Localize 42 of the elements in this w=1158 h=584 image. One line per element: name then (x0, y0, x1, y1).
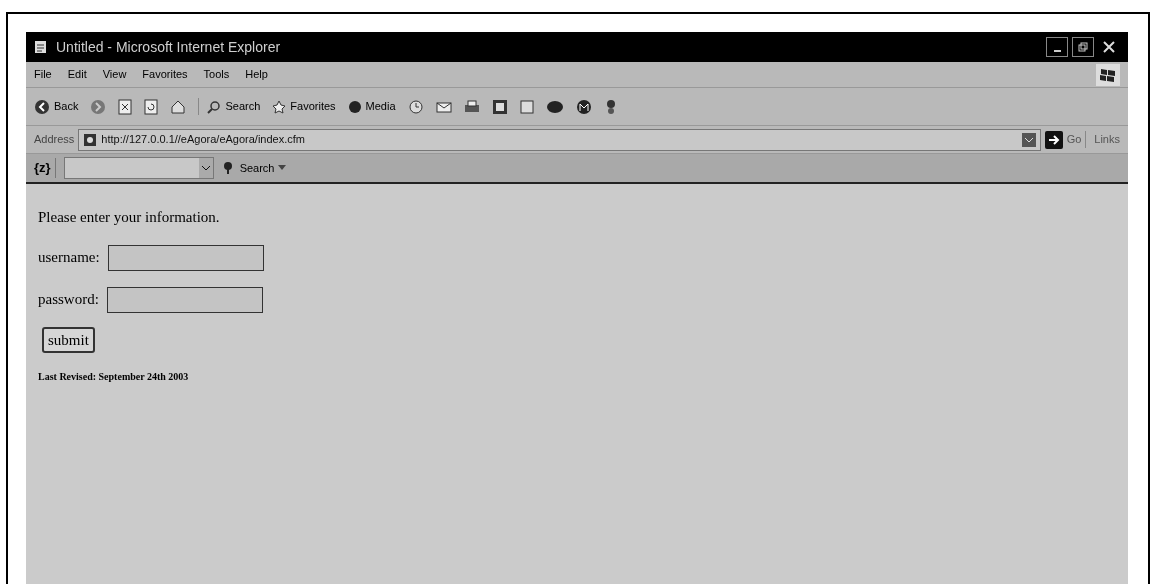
restore-icon (1078, 42, 1088, 52)
media-button[interactable]: Media (347, 98, 396, 115)
menu-item[interactable]: File (34, 66, 52, 83)
form-heading: Please enter your information. (38, 208, 221, 227)
input-field[interactable] (106, 286, 263, 313)
minimize-button[interactable] (1046, 37, 1068, 57)
window-title: Untitled - Microsoft Internet Explorer (56, 37, 281, 57)
address-label: Address (34, 132, 75, 148)
print-icon[interactable] (463, 98, 480, 115)
search-field[interactable] (63, 157, 214, 179)
restore-button[interactable] (1072, 37, 1094, 57)
search-button[interactable]: Search (198, 98, 261, 115)
submit-button[interactable]: submit (42, 326, 95, 353)
search-icon (207, 99, 222, 114)
stop-icon[interactable] (118, 98, 133, 115)
menu-item[interactable]: Tools (203, 66, 230, 83)
back-button[interactable]: Back (34, 98, 79, 115)
input-field[interactable] (107, 244, 264, 271)
field-label: password: (38, 290, 99, 310)
windows-logo-icon (1096, 63, 1120, 86)
history-icon[interactable] (407, 98, 424, 115)
links-button[interactable]: Links (1085, 131, 1120, 148)
home-icon[interactable] (170, 98, 187, 115)
menu-item[interactable]: Edit (67, 66, 87, 83)
toolbar-search-button[interactable]: Search (221, 159, 287, 177)
page-icon (34, 40, 48, 54)
menu-item[interactable]: Help (245, 66, 268, 83)
favorites-button[interactable]: Favorites (272, 98, 336, 115)
forward-icon[interactable] (90, 98, 107, 115)
page-icon (83, 132, 98, 147)
toolbar-logo: {z} (34, 158, 56, 178)
m-circle-icon[interactable] (575, 98, 592, 115)
star-icon (272, 99, 287, 114)
refresh-icon[interactable] (144, 98, 159, 115)
menu-item[interactable]: Favorites (142, 66, 188, 83)
address-field[interactable]: http://127.0.0.1//eAgora/eAgora/index.cfm (78, 128, 1041, 151)
media-icon (347, 99, 362, 114)
close-icon (1103, 41, 1115, 53)
caret-icon (278, 165, 287, 171)
field-label: username: (38, 248, 100, 268)
footer-text: Last Revised: September 24th 2003 (38, 369, 190, 384)
menu-item[interactable]: View (102, 66, 127, 83)
